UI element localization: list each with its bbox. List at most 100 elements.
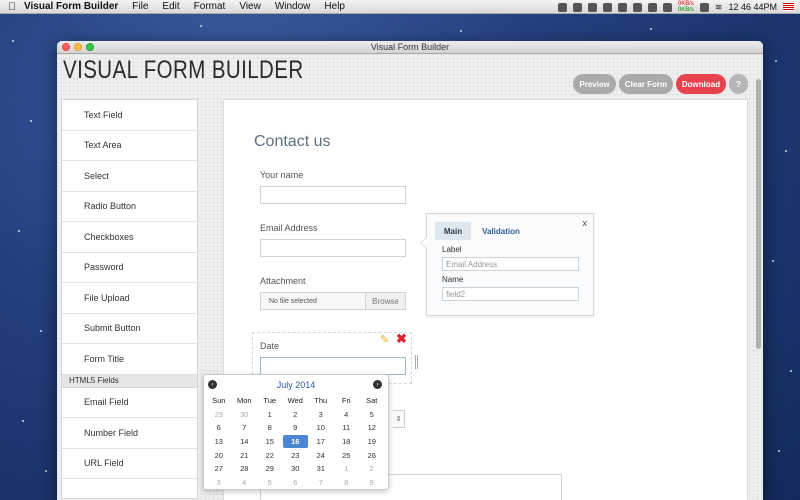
- menu-view[interactable]: View: [239, 1, 261, 12]
- calendar-day[interactable]: 29: [257, 462, 283, 476]
- sidebar-item-submit-button[interactable]: Submit Button: [62, 314, 197, 344]
- sidebar-item-form-title[interactable]: Form Title: [62, 344, 197, 375]
- help-button[interactable]: ?: [729, 74, 748, 94]
- calendar-day[interactable]: 23: [283, 448, 309, 462]
- status-icon[interactable]: [602, 2, 612, 12]
- calendar-day[interactable]: 2: [283, 408, 309, 422]
- tab-main[interactable]: Main: [435, 222, 471, 240]
- apple-menu-icon[interactable]: : [0, 1, 24, 13]
- sidebar-item-file-upload[interactable]: File Upload: [62, 283, 197, 314]
- calendar-day[interactable]: 3: [308, 408, 334, 422]
- calendar-day[interactable]: 13: [206, 435, 232, 449]
- calendar-day[interactable]: 22: [257, 448, 283, 462]
- clock[interactable]: 12 46 44PM: [728, 2, 777, 12]
- sidebar-item-number-field[interactable]: Number Field: [62, 418, 197, 449]
- window-scrollbar[interactable]: [755, 67, 762, 500]
- sidebar-item-password[interactable]: Password: [62, 253, 197, 283]
- calendar-day[interactable]: 8: [334, 476, 360, 490]
- status-icon[interactable]: [587, 2, 597, 12]
- calendar-day[interactable]: 27: [206, 462, 232, 476]
- calendar-day[interactable]: 28: [232, 462, 258, 476]
- menu-app-name[interactable]: Visual Form Builder: [24, 1, 118, 12]
- calendar-day[interactable]: 17: [308, 435, 334, 449]
- tab-validation[interactable]: Validation: [477, 222, 525, 240]
- calendar-day[interactable]: 15: [257, 435, 283, 449]
- calendar-day[interactable]: 30: [283, 462, 309, 476]
- calendar-day[interactable]: 20: [206, 448, 232, 462]
- clear-form-button[interactable]: Clear Form: [619, 74, 673, 94]
- download-button[interactable]: Download: [676, 74, 726, 94]
- wifi-icon[interactable]: ≋: [715, 2, 723, 13]
- edit-pencil-icon[interactable]: ✎: [380, 333, 392, 346]
- calendar-day[interactable]: 29: [206, 408, 232, 422]
- next-month-icon[interactable]: ›: [373, 380, 382, 389]
- sidebar-item-url-field[interactable]: URL Field: [62, 449, 197, 479]
- calendar-day[interactable]: 18: [334, 435, 360, 449]
- calendar-day[interactable]: 31: [308, 462, 334, 476]
- sidebar-item-text-area[interactable]: Text Area: [62, 131, 197, 161]
- calendar-day[interactable]: 24: [308, 448, 334, 462]
- sidebar-item-email-field[interactable]: Email Field: [62, 388, 197, 418]
- name-attr-input[interactable]: field2: [442, 287, 579, 301]
- select-arrow-icon[interactable]: ⇕: [393, 410, 405, 428]
- window-titlebar[interactable]: Visual Form Builder: [57, 41, 763, 54]
- calendar-day[interactable]: 26: [359, 448, 385, 462]
- calendar-day[interactable]: 3: [206, 476, 232, 490]
- calendar-day[interactable]: 1: [257, 408, 283, 422]
- calendar-day[interactable]: 8: [257, 421, 283, 435]
- menu-help[interactable]: Help: [324, 1, 345, 12]
- status-icon[interactable]: [572, 2, 582, 12]
- flag-icon[interactable]: [783, 3, 794, 11]
- calendar-day[interactable]: 6: [283, 476, 309, 490]
- close-window-icon[interactable]: [62, 43, 70, 51]
- browse-button[interactable]: Browse: [365, 293, 405, 309]
- status-icon[interactable]: [699, 2, 709, 12]
- calendar-day[interactable]: 5: [359, 408, 385, 422]
- calendar-day[interactable]: 16: [282, 434, 308, 449]
- calendar-day[interactable]: 10: [308, 421, 334, 435]
- status-icon[interactable]: [617, 2, 627, 12]
- resize-handle[interactable]: [415, 355, 418, 369]
- scroll-thumb[interactable]: [756, 79, 761, 349]
- preview-button[interactable]: Preview: [573, 74, 616, 94]
- minimize-window-icon[interactable]: [74, 43, 82, 51]
- label-input[interactable]: Email Address: [442, 257, 579, 271]
- menu-window[interactable]: Window: [275, 1, 311, 12]
- name-input[interactable]: [260, 186, 406, 204]
- calendar-day[interactable]: 6: [206, 421, 232, 435]
- calendar-day[interactable]: 19: [359, 435, 385, 449]
- zoom-window-icon[interactable]: [86, 43, 94, 51]
- calendar-day[interactable]: 30: [232, 408, 258, 422]
- calendar-day[interactable]: 5: [257, 476, 283, 490]
- calendar-day[interactable]: 25: [334, 448, 360, 462]
- email-input[interactable]: [260, 239, 406, 257]
- calendar-day[interactable]: 14: [232, 435, 258, 449]
- sidebar-item-checkboxes[interactable]: Checkboxes: [62, 222, 197, 253]
- date-input[interactable]: [260, 357, 406, 375]
- form-title[interactable]: Contact us: [254, 133, 330, 151]
- status-icon[interactable]: [647, 2, 657, 12]
- calendar-day[interactable]: 4: [334, 408, 360, 422]
- file-upload-field[interactable]: No file selected Browse: [260, 292, 406, 310]
- calendar-day[interactable]: 11: [334, 421, 360, 435]
- status-icon[interactable]: [557, 2, 567, 12]
- sidebar-item-radio-button[interactable]: Radio Button: [62, 192, 197, 222]
- calendar-day[interactable]: 7: [308, 476, 334, 490]
- calendar-day[interactable]: 9: [283, 421, 309, 435]
- calendar-day[interactable]: 4: [232, 476, 258, 490]
- menu-format[interactable]: Format: [194, 1, 226, 12]
- close-icon[interactable]: x: [583, 218, 588, 228]
- status-icon[interactable]: [632, 2, 642, 12]
- menu-file[interactable]: File: [132, 1, 148, 12]
- sidebar-item-select[interactable]: Select: [62, 161, 197, 192]
- delete-icon[interactable]: ✖: [396, 331, 407, 347]
- calendar-day[interactable]: 12: [359, 421, 385, 435]
- calendar-day[interactable]: 1: [334, 462, 360, 476]
- status-icon[interactable]: [662, 2, 672, 12]
- menu-edit[interactable]: Edit: [162, 1, 179, 12]
- calendar-day[interactable]: 2: [359, 462, 385, 476]
- calendar-day[interactable]: 9: [359, 476, 385, 490]
- calendar-day[interactable]: 7: [232, 421, 258, 435]
- calendar-day[interactable]: 21: [232, 448, 258, 462]
- sidebar-item-text-field[interactable]: Text Field: [62, 100, 197, 131]
